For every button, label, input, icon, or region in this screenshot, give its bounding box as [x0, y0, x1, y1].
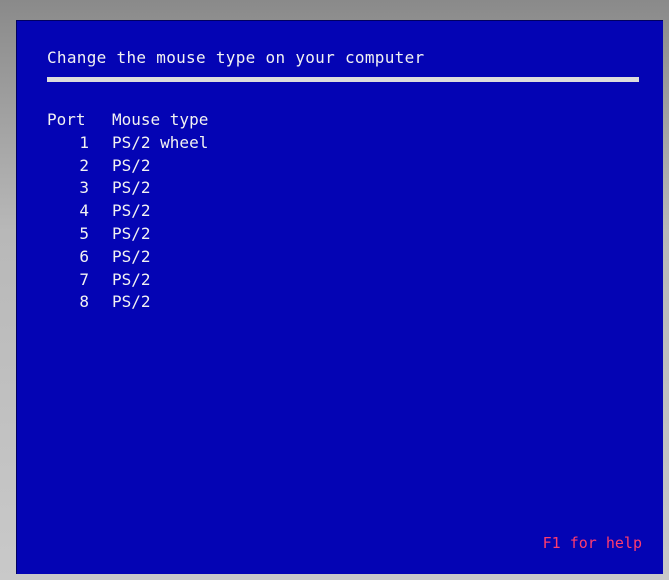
title-divider: [47, 77, 639, 82]
mouse-port-table: Port Mouse type 1 PS/2 wheel 2 PS/2 3 PS…: [47, 109, 208, 314]
table-row[interactable]: 5 PS/2: [47, 223, 208, 246]
port-number: 2: [79, 155, 89, 175]
port-number: 4: [79, 201, 89, 221]
mouse-type-value[interactable]: PS/2: [112, 291, 151, 314]
table-row[interactable]: 7 PS/2: [47, 269, 208, 292]
mouse-type-value[interactable]: PS/2: [112, 246, 151, 269]
table-row[interactable]: 2 PS/2: [47, 155, 208, 178]
table-row[interactable]: 3 PS/2: [47, 177, 208, 200]
mouse-type-column-header: Mouse type: [112, 110, 209, 129]
table-row[interactable]: 1 PS/2 wheel: [47, 132, 208, 155]
table-row[interactable]: 6 PS/2: [47, 246, 208, 269]
mouse-type-value[interactable]: PS/2: [112, 177, 151, 200]
port-number: 3: [79, 178, 89, 198]
help-hint: F1 for help: [542, 534, 642, 552]
port-number: 1: [79, 132, 89, 152]
monitor-bezel: Change the mouse type on your computer P…: [0, 0, 669, 580]
mouse-type-value[interactable]: PS/2: [112, 155, 151, 178]
port-column-header: Port: [47, 110, 86, 129]
port-number: 6: [79, 246, 89, 266]
table-row[interactable]: 4 PS/2: [47, 200, 208, 223]
mouse-type-value[interactable]: PS/2: [112, 200, 151, 223]
port-number: 8: [79, 292, 89, 312]
port-number: 5: [79, 223, 89, 243]
mouse-type-value[interactable]: PS/2 wheel: [112, 132, 208, 155]
console-screen: Change the mouse type on your computer P…: [16, 20, 663, 574]
page-title: Change the mouse type on your computer: [47, 48, 425, 67]
table-header-row: Port Mouse type: [47, 109, 208, 132]
mouse-type-value[interactable]: PS/2: [112, 269, 151, 292]
mouse-type-value[interactable]: PS/2: [112, 223, 151, 246]
port-number: 7: [79, 269, 89, 289]
table-row[interactable]: 8 PS/2: [47, 291, 208, 314]
